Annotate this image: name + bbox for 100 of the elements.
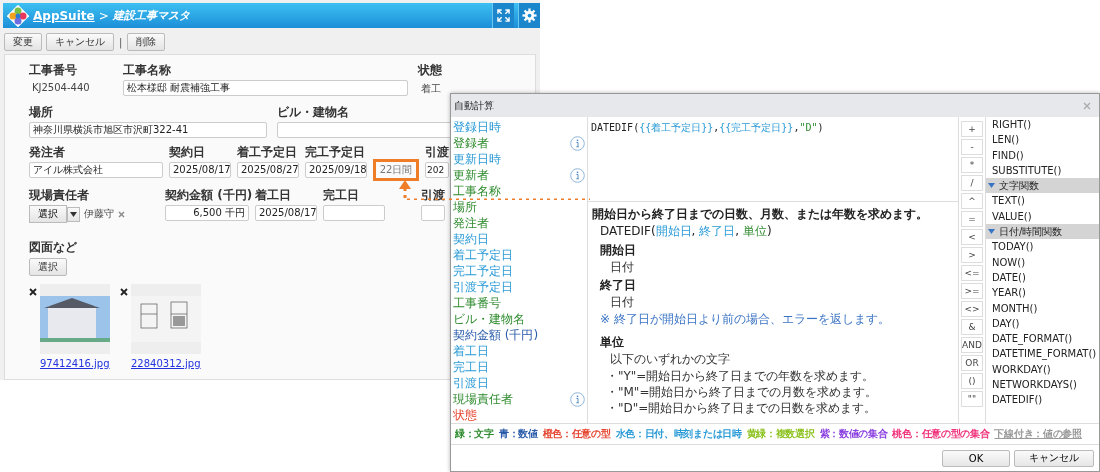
field-item[interactable]: 更新者 xyxy=(453,166,489,184)
function-item[interactable]: FIND() xyxy=(986,147,1099,163)
operator-button[interactable]: >= xyxy=(961,283,983,299)
function-item[interactable]: TODAY() xyxy=(986,239,1099,255)
toolbar-button[interactable]: 変更 xyxy=(4,33,42,51)
dialog-button[interactable]: OK xyxy=(942,449,1010,467)
dropdown-button[interactable] xyxy=(67,206,80,222)
operator-button[interactable]: <= xyxy=(961,265,983,281)
function-item[interactable]: NOW() xyxy=(986,254,1099,270)
operator-button[interactable]: < xyxy=(961,229,983,245)
function-item[interactable]: DATE() xyxy=(986,269,1099,286)
select-button[interactable]: 選択 xyxy=(29,258,67,276)
operator-button[interactable]: ^ xyxy=(961,193,983,209)
help-heading: 開始日 xyxy=(600,244,637,257)
input-field[interactable] xyxy=(323,205,385,221)
dialog-title: 自動計算 xyxy=(454,98,494,113)
field-label: 工事番号 xyxy=(29,63,77,77)
function-item[interactable]: DATE_FORMAT() xyxy=(986,331,1099,347)
page-title: 建設工事マスタ xyxy=(112,8,190,23)
help-text: ・"Y"=開始日から終了日までの年数を求めます。 xyxy=(606,369,876,383)
function-item[interactable]: DATEDIF() xyxy=(986,392,1099,408)
input-field[interactable]: 2025/08/27 xyxy=(237,162,299,178)
function-group-header[interactable]: 日付/時間関数 xyxy=(986,224,1099,240)
field-item[interactable]: ビル・建物名 xyxy=(453,310,525,328)
input-field[interactable]: 202 xyxy=(425,162,449,178)
operator-button[interactable]: = xyxy=(961,211,983,227)
input-field[interactable]: 2025/08/17 xyxy=(255,205,317,221)
function-group-header[interactable]: 文字関数 xyxy=(986,178,1099,194)
operator-button[interactable]: () xyxy=(961,373,983,389)
input-field[interactable]: 松本様邸 耐震補強工事 xyxy=(123,80,408,96)
field-label: 発注者 xyxy=(29,145,65,159)
operator-button[interactable]: "" xyxy=(961,391,983,407)
operator-button[interactable]: OR xyxy=(961,355,983,371)
file-link[interactable]: 97412416.jpg xyxy=(40,358,110,369)
close-icon[interactable] xyxy=(1083,101,1091,110)
formula-editor[interactable]: DATEDIF({{着工予定日}},{{完工予定日}},"D") xyxy=(588,117,958,202)
file-link[interactable]: 22840312.jpg xyxy=(131,358,201,369)
legend-item: 下線付き：値の参照 xyxy=(994,427,1082,441)
field-label: 場所 xyxy=(29,105,53,119)
field-item[interactable]: 工事番号 xyxy=(453,294,501,312)
computed-field: 22日間 xyxy=(373,159,419,181)
field-label: 現場責任者 xyxy=(29,188,89,202)
function-item[interactable]: NETWORKDAYS() xyxy=(986,377,1099,393)
operator-button[interactable]: + xyxy=(961,121,983,137)
function-item[interactable]: RIGHT() xyxy=(986,117,1099,133)
function-item[interactable]: TEXT() xyxy=(986,193,1099,209)
caret-icon xyxy=(70,211,77,217)
field-item[interactable]: 現場責任者 xyxy=(453,390,513,408)
remove-icon[interactable] xyxy=(29,288,37,296)
help-text: ・"D"=開始日から終了日までの日数を求めます。 xyxy=(606,401,878,415)
help-summary: 開始日から終了日までの日数、月数、または年数を求めます。 xyxy=(592,207,929,221)
caret-icon xyxy=(988,183,995,189)
field-item[interactable]: 発注者 xyxy=(453,214,489,232)
field-label: 状態 xyxy=(418,63,442,77)
operator-button[interactable]: / xyxy=(961,175,983,191)
operator-button[interactable]: <> xyxy=(961,301,983,317)
fullscreen-button[interactable] xyxy=(492,3,514,28)
field-item[interactable]: 登録者 xyxy=(453,134,489,152)
function-item[interactable]: SUBSTITUTE() xyxy=(986,162,1099,179)
function-item[interactable]: VALUE() xyxy=(986,208,1099,225)
field-label: 引渡 xyxy=(425,145,449,159)
input-field[interactable]: アイル株式会社 xyxy=(29,162,163,178)
field-label: 契約金額 (千円) xyxy=(165,188,253,202)
operator-button[interactable]: * xyxy=(961,157,983,173)
function-item[interactable]: YEAR() xyxy=(986,285,1099,301)
info-icon[interactable] xyxy=(570,167,585,183)
legend-item: 青：数値 xyxy=(498,427,538,441)
field-value: KJ2504-440 xyxy=(31,81,91,95)
remove-icon[interactable] xyxy=(120,288,128,296)
function-item[interactable]: WORKDAY() xyxy=(986,361,1099,378)
toolbar-button[interactable]: 削除 xyxy=(127,33,166,51)
field-label: 着工予定日 xyxy=(237,145,297,159)
function-item[interactable]: DATETIME_FORMAT() xyxy=(986,346,1099,362)
field-item[interactable]: 状態 xyxy=(453,406,477,423)
breadcrumb-separator: > xyxy=(98,8,109,23)
function-item[interactable]: DAY() xyxy=(986,315,1099,332)
function-item[interactable]: MONTH() xyxy=(986,300,1099,316)
field-label: ビル・建物名 xyxy=(277,105,349,119)
field-label: 契約日 xyxy=(169,145,205,159)
input-field[interactable]: 2025/08/17 xyxy=(169,162,231,178)
operator-button[interactable]: & xyxy=(961,319,983,335)
dialog-button[interactable]: キャンセル xyxy=(1014,449,1094,467)
field-item[interactable]: 契約金額 (千円) xyxy=(453,326,539,344)
amount-field[interactable]: 6,500 千円 xyxy=(165,205,249,221)
input-field[interactable]: 2025/09/18 xyxy=(305,162,367,178)
operator-button[interactable]: - xyxy=(961,139,983,155)
field-value: 着工 xyxy=(420,82,442,96)
function-item[interactable]: LEN() xyxy=(986,132,1099,148)
info-icon[interactable] xyxy=(570,135,585,151)
input-field[interactable]: 神奈川県横浜市旭区市沢町322-41 xyxy=(29,122,267,138)
field-item[interactable]: 工事名称 xyxy=(453,182,501,200)
select-button[interactable]: 選択 xyxy=(29,205,67,223)
toolbar-button[interactable]: キャンセル xyxy=(46,33,114,51)
field-item[interactable]: 場所 xyxy=(453,198,477,216)
settings-button[interactable] xyxy=(518,3,540,28)
info-icon[interactable] xyxy=(570,391,585,407)
operator-button[interactable]: AND xyxy=(961,337,983,353)
operator-button[interactable]: > xyxy=(961,247,983,263)
input-field[interactable] xyxy=(421,205,445,221)
section-label: 図面など xyxy=(29,240,77,254)
